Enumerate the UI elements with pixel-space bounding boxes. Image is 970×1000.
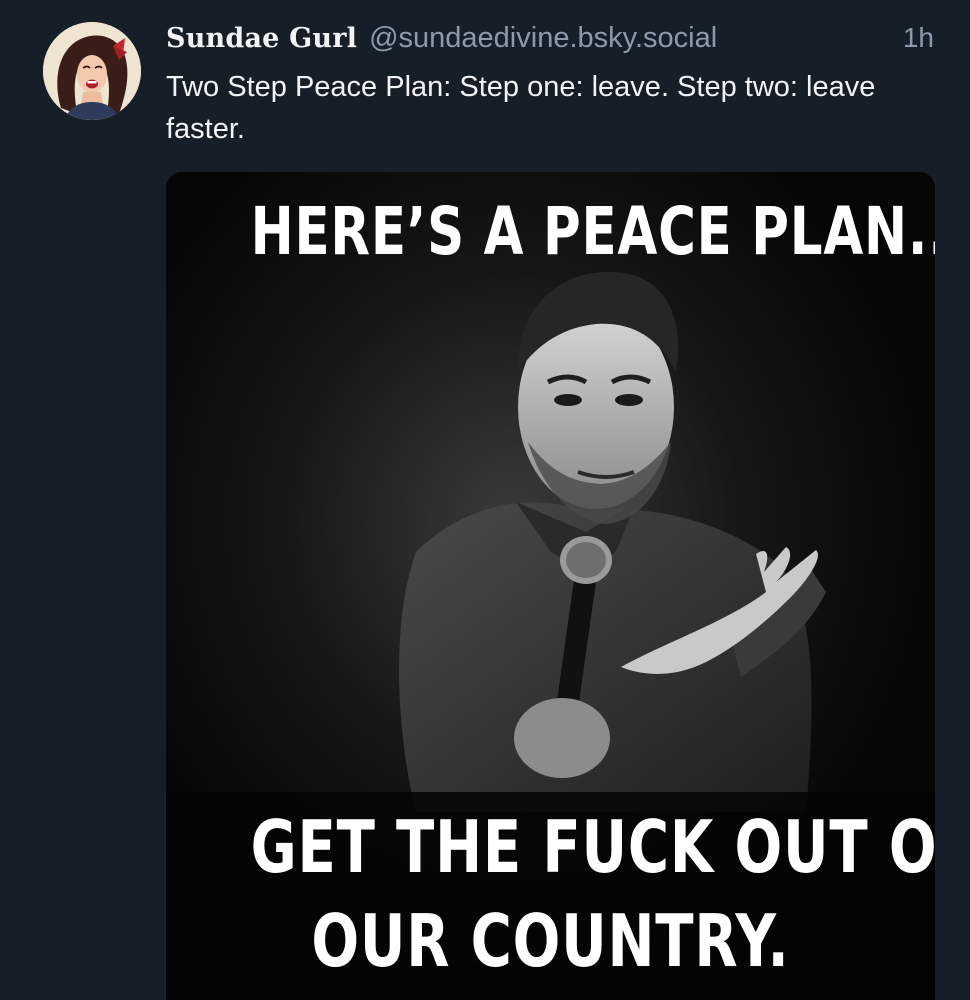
avatar[interactable] xyxy=(43,22,141,120)
post-timestamp[interactable]: 1h xyxy=(903,22,934,54)
image-caption-bottom: GET THE FUCK OUT OF OUR COUNTRY. xyxy=(250,800,935,988)
author-handle[interactable]: @sundaedivine.bsky.social xyxy=(369,22,717,55)
post[interactable]: Sundae Gurl @sundaedivine.bsky.social 1h… xyxy=(0,0,970,1000)
post-text: Two Step Peace Plan: Step one: leave. St… xyxy=(166,71,876,145)
post-header: Sundae Gurl @sundaedivine.bsky.social 1h xyxy=(166,22,934,62)
image-caption-bottom-line1: GET THE FUCK OUT OF xyxy=(250,805,935,889)
author-display-name[interactable]: Sundae Gurl xyxy=(166,23,357,54)
image-caption-bottom-line2: OUR COUNTRY. xyxy=(311,899,790,983)
avatar-image xyxy=(43,22,141,120)
post-image[interactable]: HERE’S A PEACE PLAN... GET THE FUCK OUT … xyxy=(166,172,935,1000)
image-caption-top: HERE’S A PEACE PLAN... xyxy=(250,193,935,270)
